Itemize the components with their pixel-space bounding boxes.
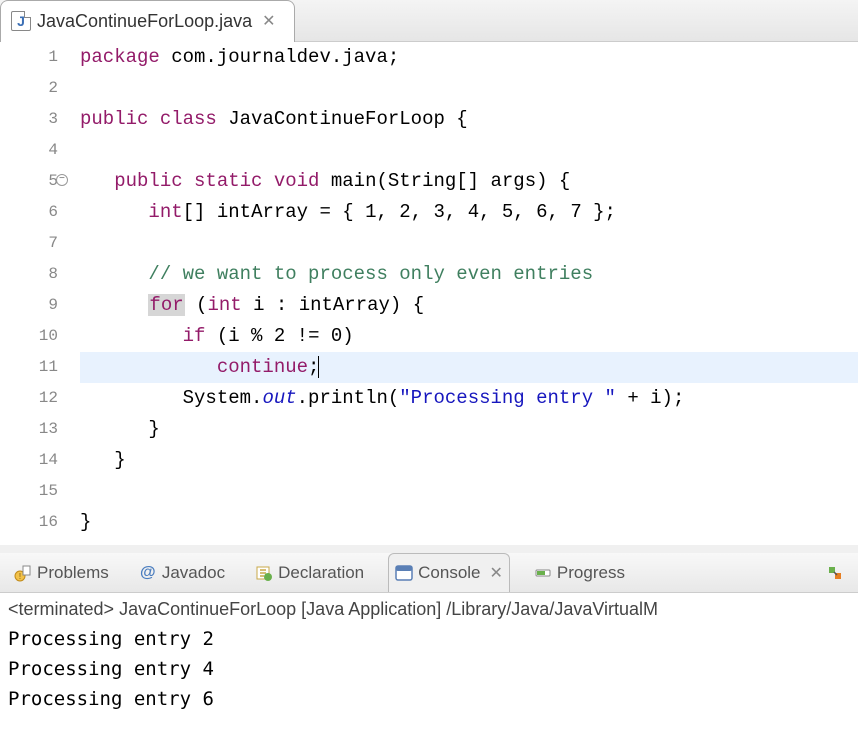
console-icon <box>395 564 413 582</box>
console-output-line: Processing entry 4 <box>8 654 850 684</box>
line-number: 14 <box>0 445 58 476</box>
console-content: <terminated> JavaContinueForLoop [Java A… <box>0 593 858 720</box>
tab-javadoc[interactable]: @ Javadoc <box>133 553 231 592</box>
editor-tab-bar: J JavaContinueForLoop.java ✕ <box>0 0 858 42</box>
line-number: 8 <box>0 259 58 290</box>
editor-tab-active[interactable]: J JavaContinueForLoop.java ✕ <box>0 0 295 42</box>
code-content[interactable]: package com.journaldev.java; public class… <box>70 42 858 545</box>
text-cursor <box>318 356 319 378</box>
line-number: 15 <box>0 476 58 507</box>
editor-tab-filename: JavaContinueForLoop.java <box>37 11 252 32</box>
code-line[interactable]: // we want to process only even entries <box>80 259 858 290</box>
code-line[interactable] <box>80 476 858 507</box>
console-output-line: Processing entry 2 <box>8 624 850 654</box>
tab-declaration[interactable]: Declaration <box>249 553 370 592</box>
code-line[interactable]: public class JavaContinueForLoop { <box>80 104 858 135</box>
close-icon[interactable]: ✕ <box>490 563 503 583</box>
tab-label: Declaration <box>278 563 364 583</box>
tab-label: Progress <box>557 563 625 583</box>
toolbar-extra[interactable] <box>820 553 850 592</box>
line-number: 9 <box>0 290 58 321</box>
line-number: 7 <box>0 228 58 259</box>
line-number: 11 <box>0 352 58 383</box>
code-line[interactable]: } <box>80 507 858 538</box>
javadoc-icon: @ <box>139 564 157 582</box>
line-number-gutter: 12345−678910111213141516 <box>0 42 70 545</box>
pin-icon[interactable] <box>826 564 844 582</box>
progress-icon <box>534 564 552 582</box>
tab-label: Javadoc <box>162 563 225 583</box>
tab-problems[interactable]: ! Problems <box>8 553 115 592</box>
tab-label: Console <box>418 563 480 583</box>
problems-icon: ! <box>14 564 32 582</box>
editor-panel: J JavaContinueForLoop.java ✕ 12345−67891… <box>0 0 858 545</box>
view-tab-bar: ! Problems @ Javadoc Declaration Console… <box>0 553 858 593</box>
code-line[interactable]: public static void main(String[] args) { <box>80 166 858 197</box>
tab-label: Problems <box>37 563 109 583</box>
close-icon[interactable]: ✕ <box>262 11 275 31</box>
code-line[interactable]: } <box>80 414 858 445</box>
line-number: 10 <box>0 321 58 352</box>
code-line[interactable]: if (i % 2 != 0) <box>80 321 858 352</box>
line-number: 13 <box>0 414 58 445</box>
declaration-icon <box>255 564 273 582</box>
code-line[interactable]: continue; <box>80 352 858 383</box>
line-number: 2 <box>0 73 58 104</box>
code-line[interactable]: System.out.println("Processing entry " +… <box>80 383 858 414</box>
code-line[interactable] <box>80 73 858 104</box>
bottom-panel: ! Problems @ Javadoc Declaration Console… <box>0 545 858 720</box>
console-output-line: Processing entry 6 <box>8 684 850 714</box>
tab-progress[interactable]: Progress <box>528 553 631 592</box>
code-editor[interactable]: 12345−678910111213141516 package com.jou… <box>0 42 858 545</box>
line-number: 3 <box>0 104 58 135</box>
line-number: 5− <box>0 166 58 197</box>
tab-console[interactable]: Console ✕ <box>388 553 510 592</box>
console-output[interactable]: Processing entry 2Processing entry 4Proc… <box>8 624 850 714</box>
code-line[interactable] <box>80 135 858 166</box>
line-number: 1 <box>0 42 58 73</box>
svg-text:!: ! <box>19 572 21 581</box>
code-line[interactable]: } <box>80 445 858 476</box>
line-number: 4 <box>0 135 58 166</box>
console-status-line: <terminated> JavaContinueForLoop [Java A… <box>8 599 850 620</box>
code-line[interactable] <box>80 228 858 259</box>
line-number: 12 <box>0 383 58 414</box>
line-number: 16 <box>0 507 58 538</box>
code-line[interactable]: package com.journaldev.java; <box>80 42 858 73</box>
fold-toggle-icon[interactable]: − <box>56 174 68 186</box>
java-file-icon: J <box>11 11 31 31</box>
code-line[interactable]: int[] intArray = { 1, 2, 3, 4, 5, 6, 7 }… <box>80 197 858 228</box>
line-number: 6 <box>0 197 58 228</box>
code-line[interactable]: for (int i : intArray) { <box>80 290 858 321</box>
